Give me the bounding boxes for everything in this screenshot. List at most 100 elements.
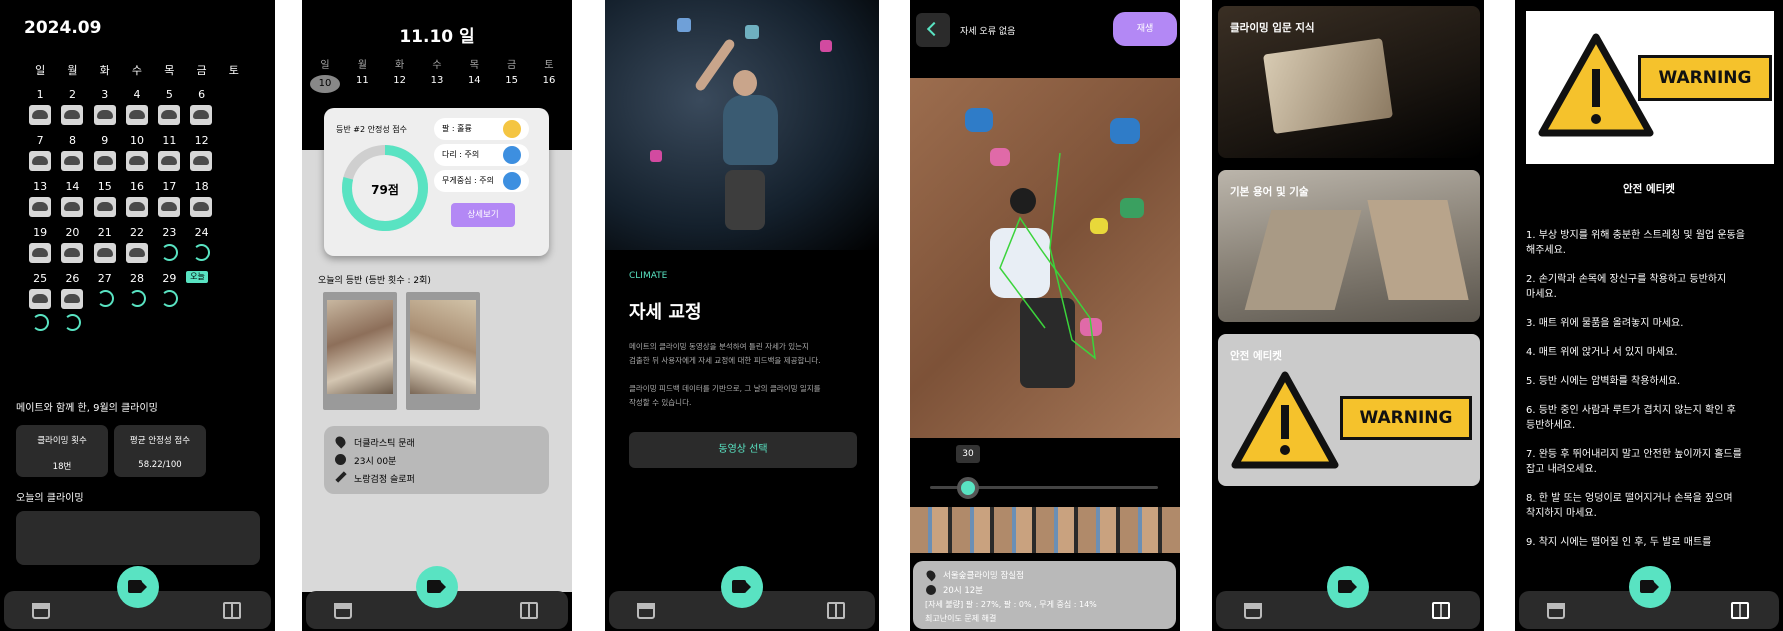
day-number: 12 bbox=[194, 134, 209, 147]
feedback-arm: 팔 : 훌륭 bbox=[434, 118, 529, 140]
calendar-day[interactable]: 23 bbox=[153, 222, 185, 268]
calendar-day[interactable]: 20 bbox=[56, 222, 88, 268]
day-number: 15 bbox=[97, 180, 112, 193]
rule-line: 5. 등반 시에는 암벽화를 착용하세요. bbox=[1526, 376, 1681, 387]
rule-line: 2. 손기락과 손목에 장신구를 착용하고 등반하지 bbox=[1526, 274, 1727, 285]
calendar-day[interactable]: 13 bbox=[24, 176, 56, 222]
week-dates: 10 11 12 13 14 15 16 bbox=[310, 75, 564, 93]
card-terms[interactable]: 기본 용어 및 기술 bbox=[1218, 170, 1480, 322]
calendar-day[interactable]: 27 bbox=[89, 268, 121, 314]
record-video-button[interactable] bbox=[416, 566, 458, 608]
calendar-day[interactable]: 9 bbox=[89, 130, 121, 176]
day-number: 23 bbox=[162, 226, 177, 239]
climb-thumbnail[interactable] bbox=[406, 292, 480, 410]
calendar-day[interactable]: 8 bbox=[56, 130, 88, 176]
week-date[interactable]: 11 bbox=[347, 75, 377, 93]
book-icon[interactable] bbox=[1432, 602, 1450, 619]
progress-ring-icon bbox=[96, 290, 114, 307]
progress-ring-icon bbox=[32, 314, 49, 331]
stat-avg-score: 평균 안정성 점수 58.22/100 bbox=[114, 425, 206, 477]
calendar-day[interactable]: 28 bbox=[121, 268, 153, 314]
week-date[interactable]: 10 bbox=[310, 75, 340, 93]
weekday-label: 월 bbox=[357, 60, 367, 71]
back-button[interactable] bbox=[916, 13, 950, 47]
climb-icon bbox=[125, 197, 148, 217]
score-text: 79점 bbox=[371, 183, 399, 197]
calendar-day[interactable]: 26 bbox=[56, 268, 88, 314]
day-number: 26 bbox=[65, 272, 80, 285]
climb-thumbnail[interactable] bbox=[323, 292, 397, 410]
week-date[interactable]: 12 bbox=[385, 75, 415, 93]
rule-line: 3. 매트 위에 물품을 올려놓지 마세요. bbox=[1526, 318, 1684, 329]
book-icon[interactable] bbox=[223, 602, 241, 619]
book-icon[interactable] bbox=[520, 602, 538, 619]
week-date[interactable]: 16 bbox=[534, 75, 564, 93]
climb-icon bbox=[93, 151, 116, 171]
calendar-icon[interactable] bbox=[637, 603, 655, 619]
calendar-day[interactable]: 21 bbox=[89, 222, 121, 268]
week-date[interactable]: 13 bbox=[422, 75, 452, 93]
frame-slider-thumb[interactable] bbox=[957, 477, 979, 499]
desc-line: 검출한 뒤 사용자에게 자세 교정에 대한 피드백을 제공합니다. bbox=[629, 356, 821, 365]
climb-icon bbox=[93, 105, 116, 125]
calendar-icon[interactable] bbox=[334, 603, 352, 619]
card-intro[interactable]: 클라이밍 입문 지식 bbox=[1218, 6, 1480, 158]
calendar-icon[interactable] bbox=[1547, 603, 1565, 619]
today-climb-box[interactable] bbox=[16, 511, 260, 565]
calendar-day[interactable]: 4 bbox=[121, 84, 153, 130]
day-number: 27 bbox=[97, 272, 112, 285]
card-etiquette[interactable]: 안전 에티켓 WARNING bbox=[1218, 334, 1480, 486]
calendar-day[interactable]: 10 bbox=[121, 130, 153, 176]
etiquette-title: 안전 에티켓 bbox=[1623, 183, 1675, 195]
calendar-day[interactable]: 17 bbox=[153, 176, 185, 222]
week-date[interactable]: 14 bbox=[459, 75, 489, 93]
calendar-day[interactable]: 15 bbox=[89, 176, 121, 222]
book-icon[interactable] bbox=[1731, 602, 1749, 619]
record-video-button[interactable] bbox=[1327, 566, 1369, 608]
calendar-icon[interactable] bbox=[32, 603, 50, 619]
location-icon bbox=[333, 434, 348, 449]
calendar-day[interactable]: 19 bbox=[24, 222, 56, 268]
sad-icon bbox=[503, 172, 521, 190]
climb-icon bbox=[125, 151, 148, 171]
frame-strip[interactable] bbox=[910, 507, 1180, 553]
calendar-day[interactable]: 6 bbox=[185, 84, 217, 130]
calendar-day[interactable]: 1 bbox=[24, 84, 56, 130]
detail-button[interactable]: 상세보기 bbox=[451, 203, 515, 227]
day-number: 22 bbox=[130, 226, 145, 239]
calendar-day[interactable]: 5 bbox=[153, 84, 185, 130]
calendar-icon[interactable] bbox=[1244, 603, 1262, 619]
calendar-day[interactable]: 16 bbox=[121, 176, 153, 222]
play-button[interactable]: 재생 bbox=[1113, 12, 1177, 46]
calendar-day[interactable]: 7 bbox=[24, 130, 56, 176]
weekday-label: 월 bbox=[67, 64, 78, 77]
book-icon[interactable] bbox=[827, 602, 845, 619]
analysis-video[interactable] bbox=[910, 78, 1180, 438]
calendar-day[interactable]: 30오늘 bbox=[185, 268, 217, 314]
record-video-button[interactable] bbox=[117, 566, 159, 608]
calendar-day[interactable]: 12 bbox=[185, 130, 217, 176]
calendar-day[interactable]: 29 bbox=[153, 268, 185, 314]
calendar-day[interactable]: 2 bbox=[56, 84, 88, 130]
climb-icon bbox=[93, 243, 116, 263]
select-video-button[interactable]: 동영상 선택 bbox=[629, 432, 857, 468]
climb-icon bbox=[29, 243, 51, 263]
climb-icon bbox=[29, 289, 51, 309]
weekday-label: 화 bbox=[99, 64, 110, 77]
calendar-day[interactable]: 18 bbox=[185, 176, 217, 222]
week-date[interactable]: 15 bbox=[497, 75, 527, 93]
card-title: 클라이밍 입문 지식 bbox=[1230, 22, 1315, 34]
record-video-button[interactable] bbox=[1629, 566, 1671, 608]
progress-ring-icon bbox=[161, 244, 179, 261]
calendar-day[interactable]: 24 bbox=[185, 222, 217, 268]
calendar-day[interactable]: 22 bbox=[121, 222, 153, 268]
calendar-day[interactable]: 11 bbox=[153, 130, 185, 176]
calendar-day[interactable]: 14 bbox=[56, 176, 88, 222]
calendar-day[interactable]: 3 bbox=[89, 84, 121, 130]
day-detail-screen: 11.10 일 일 월 화 수 목 금 토 10 11 12 13 14 15 16 등반 #2 안정성… bbox=[302, 0, 572, 631]
climb-icon bbox=[190, 105, 213, 125]
calendar-day[interactable]: 25 bbox=[24, 268, 56, 314]
day-number: 13 bbox=[33, 180, 48, 193]
record-video-button[interactable] bbox=[721, 566, 763, 608]
day-number: 4 bbox=[133, 88, 141, 101]
